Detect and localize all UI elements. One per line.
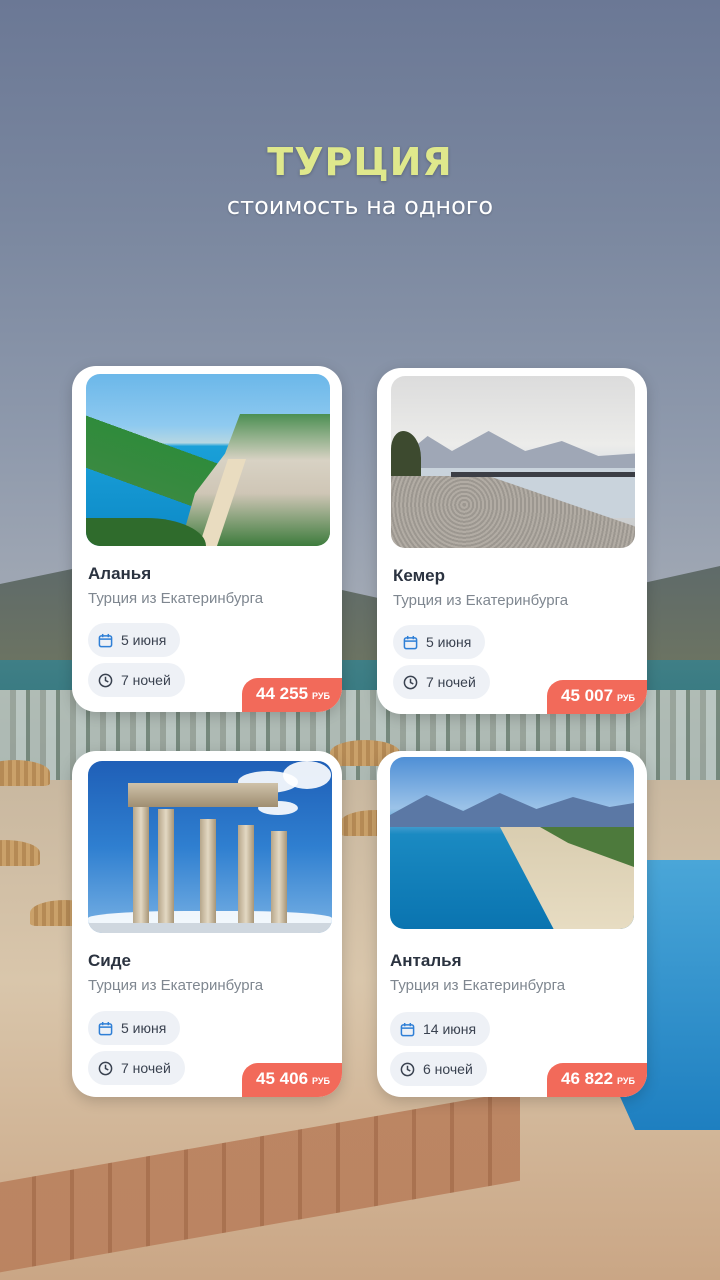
tour-city: Анталья — [390, 951, 462, 970]
tour-date: 5 июня — [426, 634, 472, 650]
clock-icon — [98, 1061, 113, 1075]
photo-mountains — [390, 793, 634, 827]
tour-city: Кемер — [393, 566, 446, 585]
tour-date: 5 июня — [121, 1020, 167, 1036]
price-currency: РУБ — [617, 693, 635, 703]
photo-pier — [451, 472, 635, 477]
tour-date-chip: 14 июня — [390, 1012, 491, 1046]
tour-nights-chip: 7 ночей — [88, 663, 185, 697]
tour-nights: 6 ночей — [423, 1061, 473, 1077]
photo-temple-beam — [128, 783, 278, 807]
price-badge: 45 406 РУБ — [242, 1063, 342, 1097]
photo-column — [200, 819, 216, 933]
tour-nights-chip: 7 ночей — [88, 1051, 185, 1085]
tour-city: Сиде — [88, 951, 131, 970]
price-amount: 45 007 — [561, 686, 614, 705]
tour-date: 5 июня — [121, 632, 167, 648]
photo-trees — [391, 431, 421, 476]
side-temple-photo — [88, 761, 332, 933]
tour-route: Турция из Екатеринбурга — [88, 977, 264, 994]
clock-icon — [400, 1062, 415, 1076]
tour-card-side[interactable]: Сиде Турция из Екатеринбурга 5 июня 7 но… — [72, 751, 342, 1097]
tour-nights-chip: 6 ночей — [390, 1052, 487, 1086]
calendar-icon — [98, 633, 113, 647]
photo-column — [133, 807, 149, 933]
alanya-coast-photo — [86, 374, 330, 546]
tour-route: Турция из Екатеринбурга — [88, 590, 264, 607]
photo-land — [180, 414, 330, 546]
clock-icon — [98, 673, 113, 687]
tour-city: Аланья — [88, 564, 152, 583]
price-badge: 46 822 РУБ — [547, 1063, 647, 1097]
tour-date-chip: 5 июня — [393, 625, 486, 659]
tour-card-kemer[interactable]: Кемер Турция из Екатеринбурга 5 июня 7 н… — [377, 368, 647, 714]
price-currency: РУБ — [312, 691, 330, 701]
tour-route: Турция из Екатеринбурга — [393, 592, 569, 609]
tour-date-chip: 5 июня — [88, 623, 181, 657]
photo-ground — [88, 923, 332, 933]
photo-column — [238, 825, 254, 933]
page-subtitle: стоимость на одного — [226, 192, 494, 220]
tour-nights-chip: 7 ночей — [393, 665, 490, 699]
page-header: ТУРЦИЯ стоимость на одного — [0, 140, 720, 220]
tour-nights: 7 ночей — [121, 672, 171, 688]
tour-card-antalya[interactable]: Анталья Турция из Екатеринбурга 14 июня … — [377, 751, 647, 1097]
tour-nights: 7 ночей — [426, 674, 476, 690]
kemer-pier-photo — [391, 376, 635, 548]
clock-icon — [403, 675, 418, 689]
tour-date: 14 июня — [423, 1021, 477, 1037]
price-badge: 45 007 РУБ — [547, 680, 647, 714]
tour-date-chip: 5 июня — [88, 1011, 181, 1045]
price-amount: 44 255 — [256, 684, 309, 703]
price-currency: РУБ — [312, 1076, 330, 1086]
calendar-icon — [400, 1022, 415, 1036]
tour-route: Турция из Екатеринбурга — [390, 977, 566, 994]
price-amount: 45 406 — [256, 1069, 309, 1088]
calendar-icon — [403, 635, 418, 649]
photo-column — [158, 809, 174, 933]
price-badge: 44 255 РУБ — [242, 678, 342, 712]
antalya-beach-photo — [390, 757, 634, 929]
price-amount: 46 822 — [561, 1069, 614, 1088]
photo-column — [271, 831, 287, 933]
calendar-icon — [98, 1021, 113, 1035]
price-currency: РУБ — [617, 1076, 635, 1086]
tour-card-alanya[interactable]: Аланья Турция из Екатеринбурга 5 июня 7 … — [72, 366, 342, 712]
tour-nights: 7 ночей — [121, 1060, 171, 1076]
photo-cloud — [283, 761, 331, 789]
page-title: ТУРЦИЯ — [267, 140, 453, 184]
